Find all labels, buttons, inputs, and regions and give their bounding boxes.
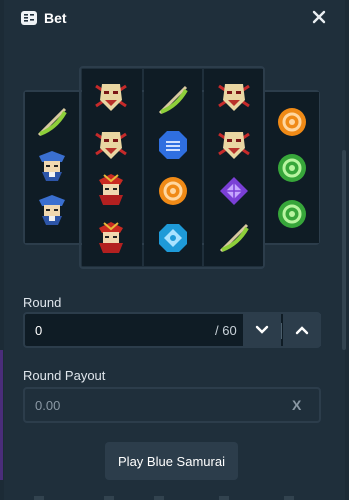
orange-circle-icon (155, 173, 191, 209)
samurai-mask-icon (93, 78, 129, 114)
round-label: Round (23, 295, 62, 310)
purple-diamond-icon (216, 173, 252, 209)
round-payout-label: Round Payout (23, 368, 106, 383)
bet-slip-icon (21, 11, 37, 25)
panel-scrollbar[interactable] (342, 150, 346, 350)
samurai-mask-icon (216, 78, 252, 114)
bet-panel: Bet Round 0 / 60 Round Payout 0.00 X Pla… (4, 0, 346, 500)
chevron-down-icon (255, 325, 269, 334)
green-circle-icon (274, 150, 310, 186)
green-circle-icon (274, 196, 310, 232)
left-edge-accent (0, 350, 3, 480)
footer-edge (34, 496, 294, 500)
orange-circle-icon (274, 104, 310, 140)
round-decrement-button[interactable] (243, 314, 281, 346)
samurai-mask-icon (93, 126, 129, 162)
bow-icon (34, 104, 70, 140)
blue-samurai-icon (34, 148, 70, 184)
round-payout-value: 0.00 (35, 398, 61, 413)
panel-title: Bet (44, 10, 67, 26)
blue-samurai-icon (34, 192, 70, 228)
bow-icon (155, 82, 191, 118)
samurai-mask-icon (216, 126, 252, 162)
payout-clear-icon: X (292, 397, 302, 413)
round-value[interactable]: 0 (35, 323, 42, 338)
chevron-up-icon (295, 326, 309, 335)
round-input[interactable]: 0 / 60 (23, 312, 321, 348)
red-samurai-icon (93, 220, 129, 256)
round-increment-button[interactable] (283, 314, 321, 346)
round-payout-field: 0.00 X (23, 387, 321, 423)
play-button[interactable]: Play Blue Samurai (105, 442, 238, 480)
close-icon[interactable] (310, 8, 328, 26)
blue-badge-icon (155, 220, 191, 256)
stepper-divider (281, 323, 282, 339)
round-max: / 60 (215, 323, 237, 338)
bow-icon (216, 220, 252, 256)
blue-octagon-icon (155, 127, 191, 163)
panel-header: Bet (4, 0, 345, 38)
red-samurai-icon (93, 172, 129, 208)
